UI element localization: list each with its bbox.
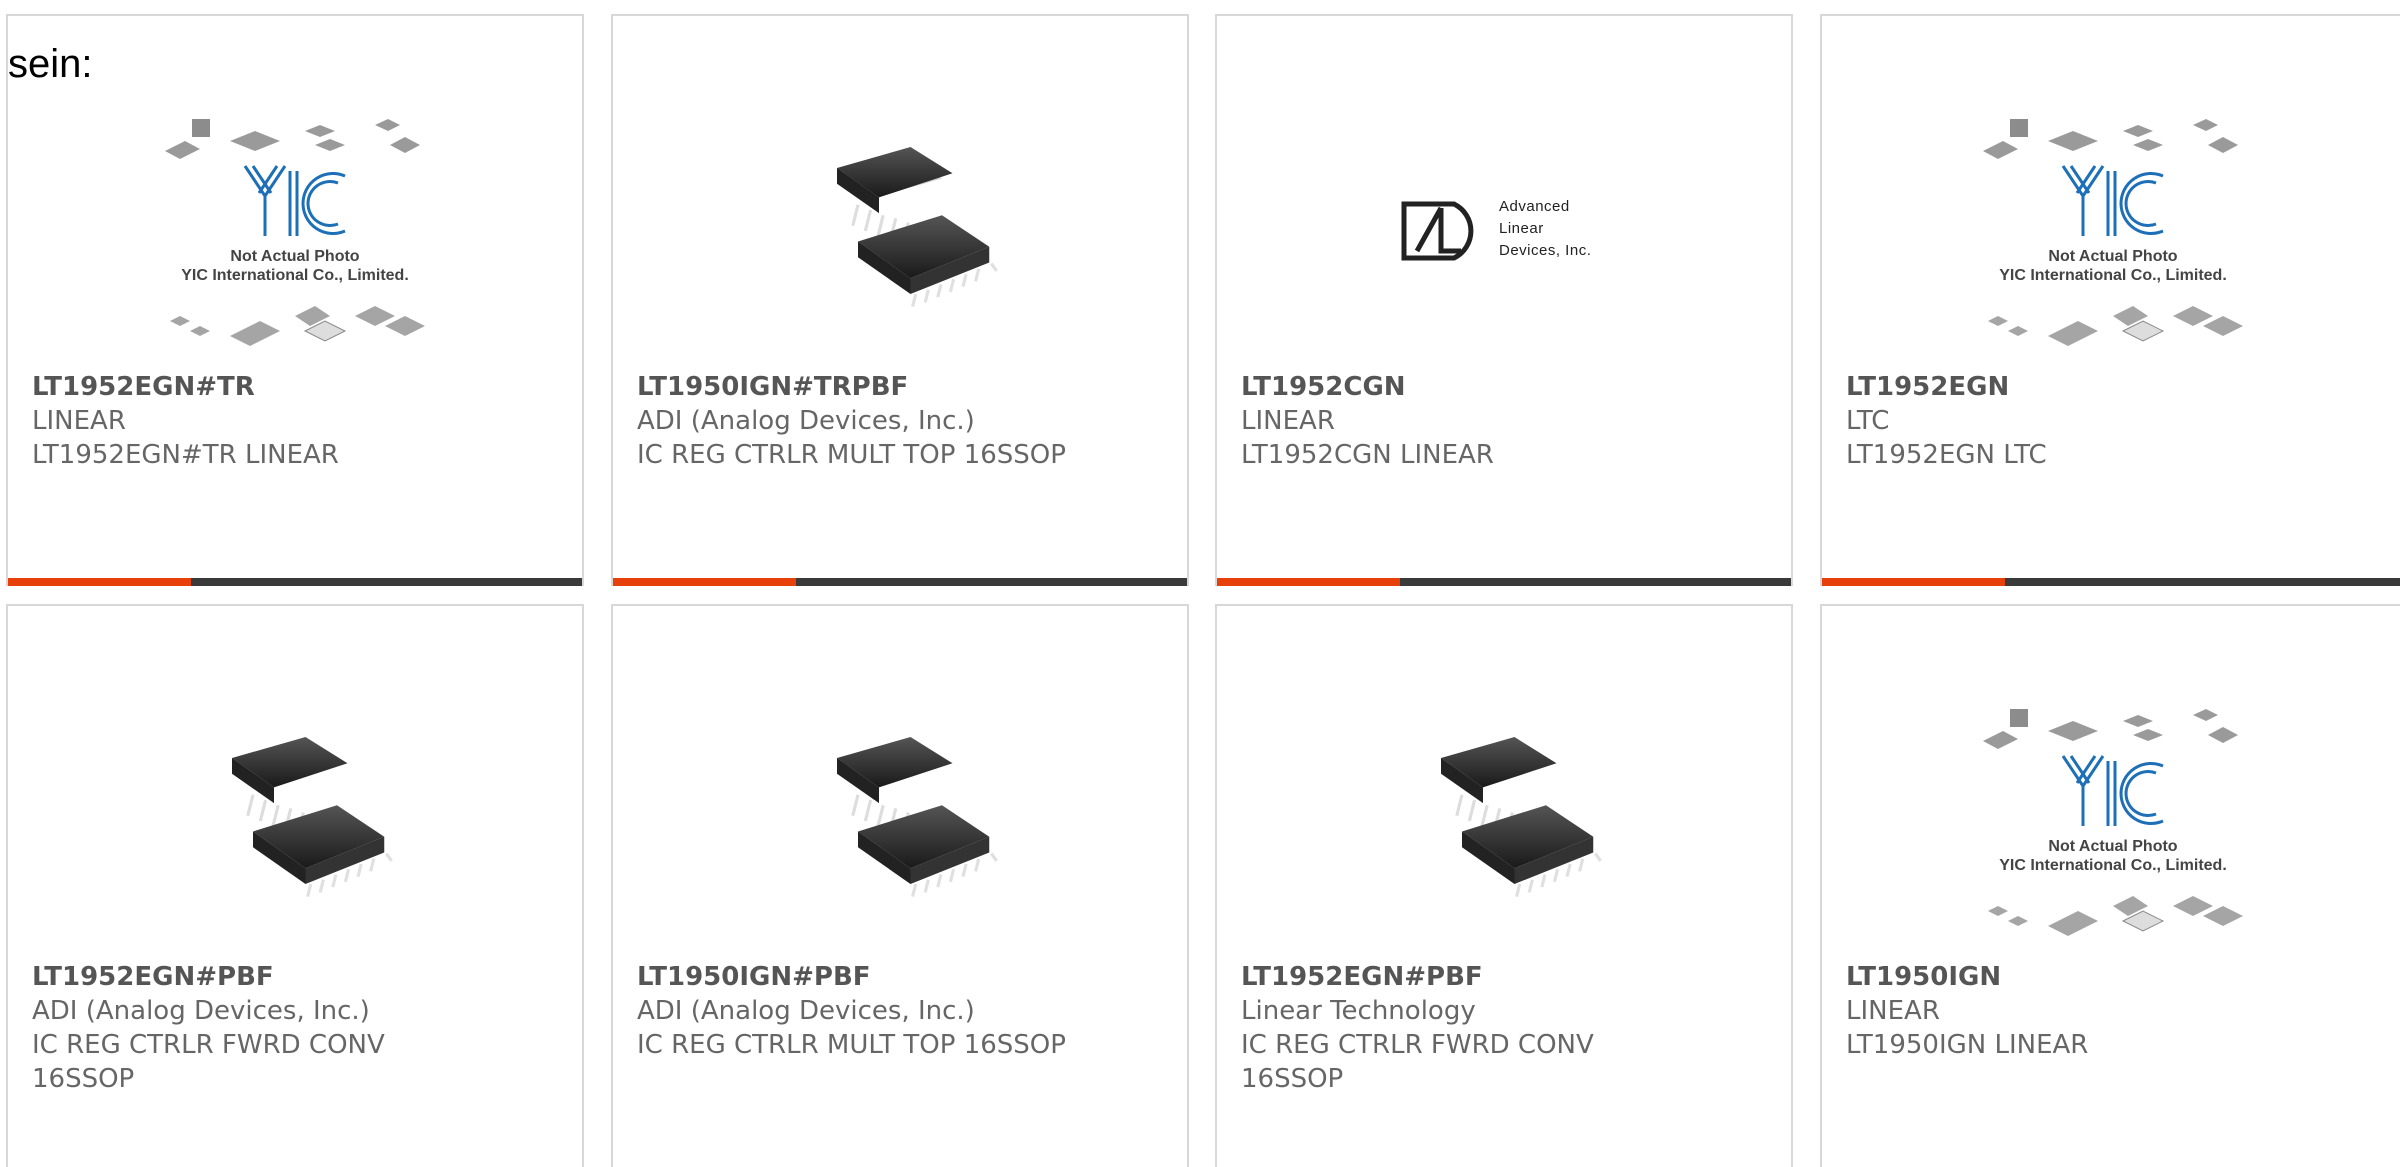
description-continued: 16SSOP bbox=[32, 1064, 135, 1094]
product-info: LT1952EGN#PBF Linear Technology IC REG C… bbox=[1241, 960, 1771, 1096]
product-card[interactable]: Not Actual Photo YIC International Co., L… bbox=[1820, 604, 2400, 1167]
manufacturer: ADI (Analog Devices, Inc.) bbox=[32, 996, 370, 1026]
product-card[interactable]: LT1952EGN#PBF Linear Technology IC REG C… bbox=[1215, 604, 1793, 1167]
intro-text: sein: bbox=[8, 42, 93, 86]
placeholder-caption: Not Actual Photo YIC International Co., L… bbox=[1999, 838, 2227, 874]
product-card[interactable]: Not Actual Photo YIC International Co., L… bbox=[1820, 14, 2400, 586]
card-bottom-bar bbox=[1822, 578, 2400, 586]
product-card[interactable]: LT1952EGN#PBF ADI (Analog Devices, Inc.)… bbox=[6, 604, 584, 1167]
description: LT1950IGN LINEAR bbox=[1846, 1030, 2089, 1060]
description: IC REG CTRLR FWRD CONV bbox=[1241, 1030, 1594, 1060]
card-bottom-bar bbox=[1217, 578, 1791, 586]
product-info: LT1952EGN LTC LT1952EGN LTC bbox=[1846, 370, 2384, 472]
description-continued: 16SSOP bbox=[1241, 1064, 1344, 1094]
ssop-chip-icon bbox=[190, 716, 400, 926]
part-number[interactable]: LT1950IGN bbox=[1846, 960, 2384, 994]
placeholder-caption: Not Actual Photo YIC International Co., L… bbox=[1999, 248, 2227, 284]
manufacturer: ADI (Analog Devices, Inc.) bbox=[637, 406, 975, 436]
product-card[interactable]: Advanced Linear Devices, Inc. LT1952CGN LI… bbox=[1215, 14, 1793, 586]
product-info: LT1952EGN#TR LINEAR LT1952EGN#TR LINEAR bbox=[32, 370, 562, 472]
product-grid-page: sein: Not Actual Photo YIC International … bbox=[0, 0, 2400, 1167]
ald-logo-icon: Advanced Linear Devices, Inc. bbox=[1399, 186, 1609, 276]
ssop-chip-icon bbox=[1399, 716, 1609, 926]
manufacturer: LTC bbox=[1846, 406, 1890, 436]
product-card[interactable]: LT1950IGN#TRPBF ADI (Analog Devices, Inc… bbox=[611, 14, 1189, 586]
product-image bbox=[613, 686, 1187, 956]
placeholder-caption: Not Actual Photo YIC International Co., L… bbox=[181, 248, 409, 284]
description: LT1952EGN LTC bbox=[1846, 440, 2047, 470]
product-image: Advanced Linear Devices, Inc. bbox=[1217, 96, 1791, 366]
product-image bbox=[8, 686, 582, 956]
part-number[interactable]: LT1952EGN#PBF bbox=[32, 960, 562, 994]
description: IC REG CTRLR FWRD CONV bbox=[32, 1030, 385, 1060]
product-card[interactable]: Not Actual Photo YIC International Co., L… bbox=[6, 14, 584, 586]
manufacturer: LINEAR bbox=[32, 406, 126, 436]
manufacturer: LINEAR bbox=[1846, 996, 1940, 1026]
description: LT1952CGN LINEAR bbox=[1241, 440, 1494, 470]
not-actual-photo-icon: Not Actual Photo YIC International Co., L… bbox=[1978, 701, 2248, 941]
product-image: Not Actual Photo YIC International Co., L… bbox=[8, 96, 582, 366]
part-number[interactable]: LT1952CGN bbox=[1241, 370, 1771, 404]
part-number[interactable]: LT1952EGN bbox=[1846, 370, 2384, 404]
product-card[interactable]: LT1950IGN#PBF ADI (Analog Devices, Inc.)… bbox=[611, 604, 1189, 1167]
product-image bbox=[1217, 686, 1791, 956]
product-info: LT1950IGN#PBF ADI (Analog Devices, Inc.)… bbox=[637, 960, 1167, 1062]
card-bottom-bar bbox=[613, 578, 1187, 586]
not-actual-photo-icon: Not Actual Photo YIC International Co., L… bbox=[1978, 111, 2248, 351]
manufacturer: ADI (Analog Devices, Inc.) bbox=[637, 996, 975, 1026]
part-number[interactable]: LT1952EGN#PBF bbox=[1241, 960, 1771, 994]
manufacturer: LINEAR bbox=[1241, 406, 1335, 436]
ssop-chip-icon bbox=[795, 716, 1005, 926]
description: IC REG CTRLR MULT TOP 16SSOP bbox=[637, 440, 1066, 470]
product-image: Not Actual Photo YIC International Co., L… bbox=[1822, 686, 2400, 956]
description: IC REG CTRLR MULT TOP 16SSOP bbox=[637, 1030, 1066, 1060]
product-image bbox=[613, 96, 1187, 366]
part-number[interactable]: LT1950IGN#PBF bbox=[637, 960, 1167, 994]
manufacturer: Linear Technology bbox=[1241, 996, 1476, 1026]
ssop-chip-icon bbox=[795, 126, 1005, 336]
product-info: LT1952CGN LINEAR LT1952CGN LINEAR bbox=[1241, 370, 1771, 472]
part-number[interactable]: LT1950IGN#TRPBF bbox=[637, 370, 1167, 404]
product-info: LT1950IGN LINEAR LT1950IGN LINEAR bbox=[1846, 960, 2384, 1062]
product-info: LT1952EGN#PBF ADI (Analog Devices, Inc.)… bbox=[32, 960, 562, 1096]
not-actual-photo-icon: Not Actual Photo YIC International Co., L… bbox=[160, 111, 430, 351]
product-info: LT1950IGN#TRPBF ADI (Analog Devices, Inc… bbox=[637, 370, 1167, 472]
product-image: Not Actual Photo YIC International Co., L… bbox=[1822, 96, 2400, 366]
card-bottom-bar bbox=[8, 578, 582, 586]
part-number[interactable]: LT1952EGN#TR bbox=[32, 370, 562, 404]
description: LT1952EGN#TR LINEAR bbox=[32, 440, 339, 470]
